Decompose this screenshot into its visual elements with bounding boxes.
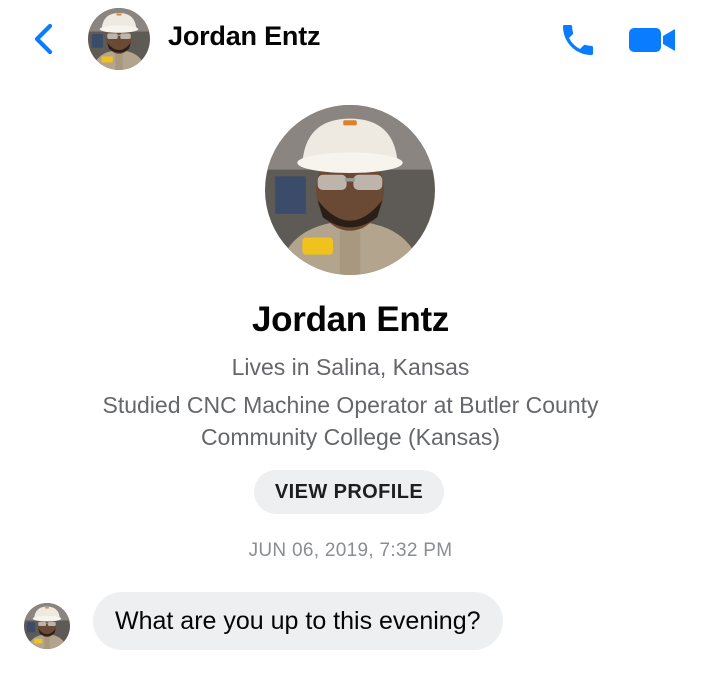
message-sender-avatar[interactable] <box>24 603 70 649</box>
message-bubble[interactable]: What are you up to this evening? <box>93 592 503 650</box>
profile-name: Jordan Entz <box>252 300 449 339</box>
messenger-conversation-screen: Jordan Entz Jordan Entz Lives in Salina,… <box>0 0 701 674</box>
chevron-left-icon <box>34 23 53 55</box>
conversation-header: Jordan Entz <box>0 0 701 76</box>
video-call-button[interactable] <box>627 24 677 56</box>
back-button[interactable] <box>30 22 58 56</box>
header-avatar[interactable] <box>88 8 150 70</box>
profile-location: Lives in Salina, Kansas <box>231 354 470 380</box>
header-contact-name[interactable]: Jordan Entz <box>168 21 321 52</box>
profile-education-line-2: Community College (Kansas) <box>200 424 501 450</box>
phone-icon <box>563 25 593 55</box>
audio-call-button[interactable] <box>558 20 598 60</box>
view-profile-button[interactable]: VIEW PROFILE <box>254 470 444 514</box>
video-camera-icon <box>629 28 675 52</box>
profile-avatar[interactable] <box>265 105 435 275</box>
message-timestamp: JUN 06, 2019, 7:32 PM <box>248 540 453 561</box>
profile-education-line-1: Studied CNC Machine Operator at Butler C… <box>102 392 599 418</box>
